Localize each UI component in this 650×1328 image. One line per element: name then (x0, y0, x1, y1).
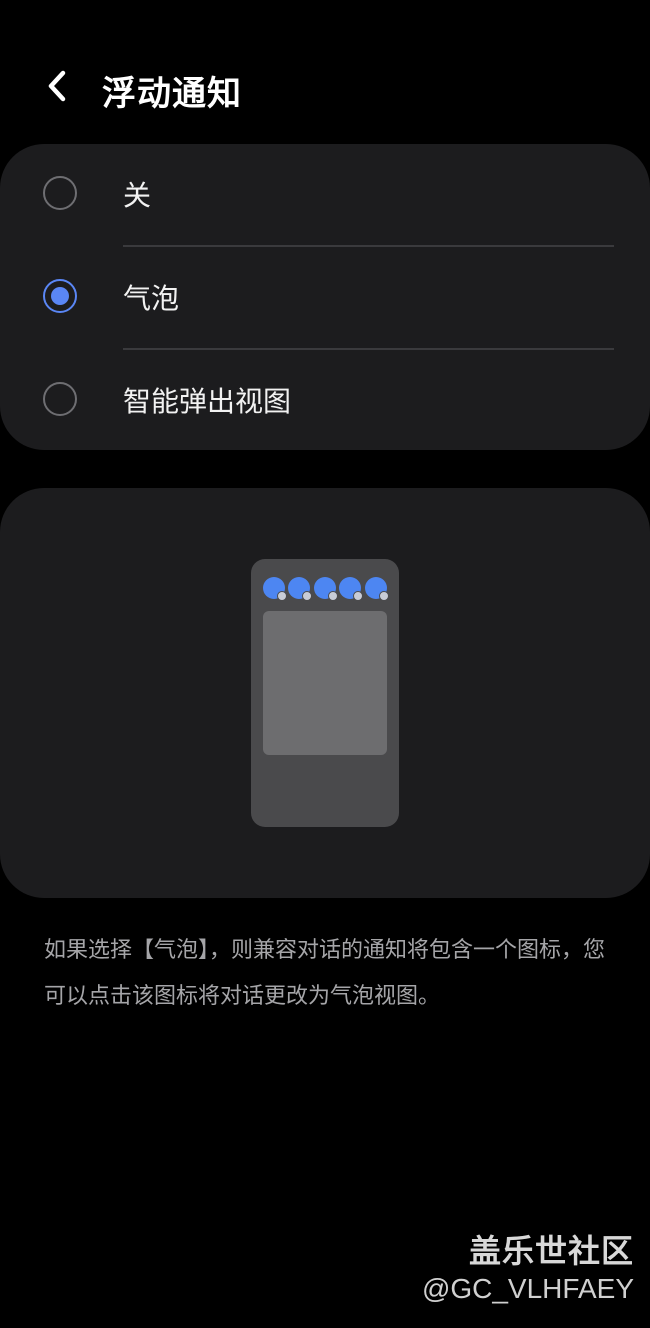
option-smart-popup[interactable]: 智能弹出视图 (0, 350, 650, 452)
bubble-icon (339, 577, 363, 601)
preview-card (0, 488, 650, 898)
option-off[interactable]: 关 (0, 144, 650, 246)
app-bar: 浮动通知 (0, 56, 650, 124)
badge-dot-icon (379, 591, 389, 601)
phone-illustration (251, 559, 399, 827)
bubble-icon (263, 577, 287, 601)
option-label-bubbles: 气泡 (123, 282, 180, 315)
option-label-off: 关 (123, 179, 152, 212)
option-label-smart-popup: 智能弹出视图 (123, 385, 292, 418)
bubble-icon (288, 577, 312, 601)
back-button[interactable] (34, 62, 82, 110)
bubble-icon (314, 577, 338, 601)
page-title: 浮动通知 (102, 74, 242, 114)
radio-button-bubbles[interactable] (43, 279, 77, 313)
radio-button-off[interactable] (43, 176, 77, 210)
chevron-left-icon (48, 70, 66, 102)
description-text: 如果选择【气泡】，则兼容对话的通知将包含一个图标，您可以点击该图标将对话更改为气… (44, 938, 606, 1009)
app-window-illustration (263, 611, 387, 755)
options-card: 关 气泡 智能弹出视图 (0, 144, 650, 450)
watermark-brand: 盖乐世社区 (468, 1232, 634, 1270)
badge-dot-icon (302, 591, 312, 601)
watermark-user: @GC_VLHFAEY (421, 1273, 634, 1304)
radio-button-smart-popup[interactable] (43, 382, 77, 416)
bubble-icon (365, 577, 389, 601)
option-bubbles[interactable]: 气泡 (0, 247, 650, 349)
badge-dot-icon (353, 591, 363, 601)
badge-dot-icon (277, 591, 287, 601)
badge-dot-icon (328, 591, 338, 601)
